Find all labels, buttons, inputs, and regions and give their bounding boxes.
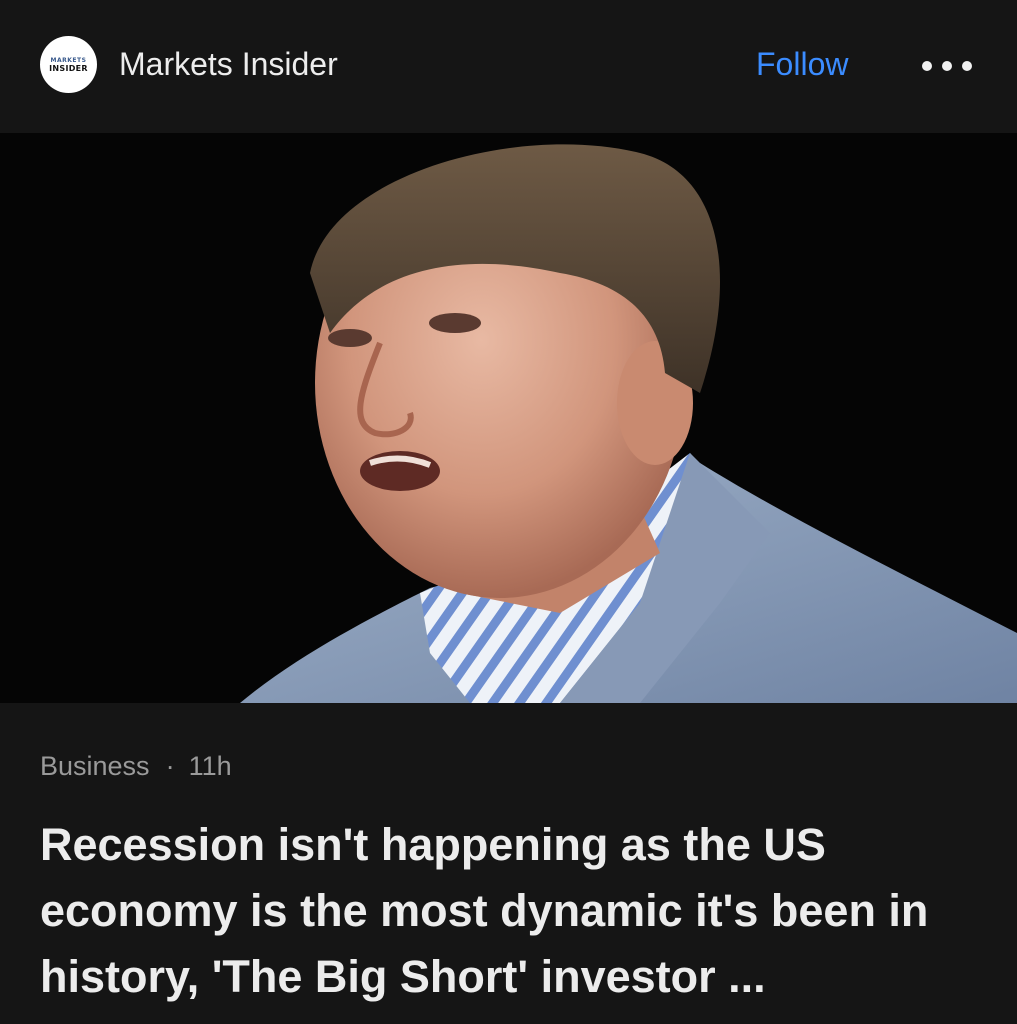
publisher-logo[interactable]: MARKETS INSIDER: [40, 36, 97, 93]
portrait-photo: [0, 133, 1017, 703]
more-dot: [942, 61, 952, 71]
more-dot: [962, 61, 972, 71]
article-headline[interactable]: Recession isn't happening as the US econ…: [40, 812, 990, 1010]
article-meta: Business · 11h: [40, 748, 232, 784]
article-category[interactable]: Business: [40, 751, 150, 781]
logo-text-top: MARKETS: [50, 56, 87, 64]
publisher-name[interactable]: Markets Insider: [119, 44, 338, 84]
article-image[interactable]: [0, 133, 1017, 703]
meta-separator: ·: [165, 751, 175, 781]
follow-button[interactable]: Follow: [756, 44, 848, 84]
logo-text-bottom: INSIDER: [49, 63, 88, 73]
more-options-icon[interactable]: [922, 55, 972, 77]
article-age: 11h: [188, 751, 232, 781]
publisher-header: MARKETS INSIDER Markets Insider Follow: [0, 0, 1017, 133]
more-dot: [922, 61, 932, 71]
